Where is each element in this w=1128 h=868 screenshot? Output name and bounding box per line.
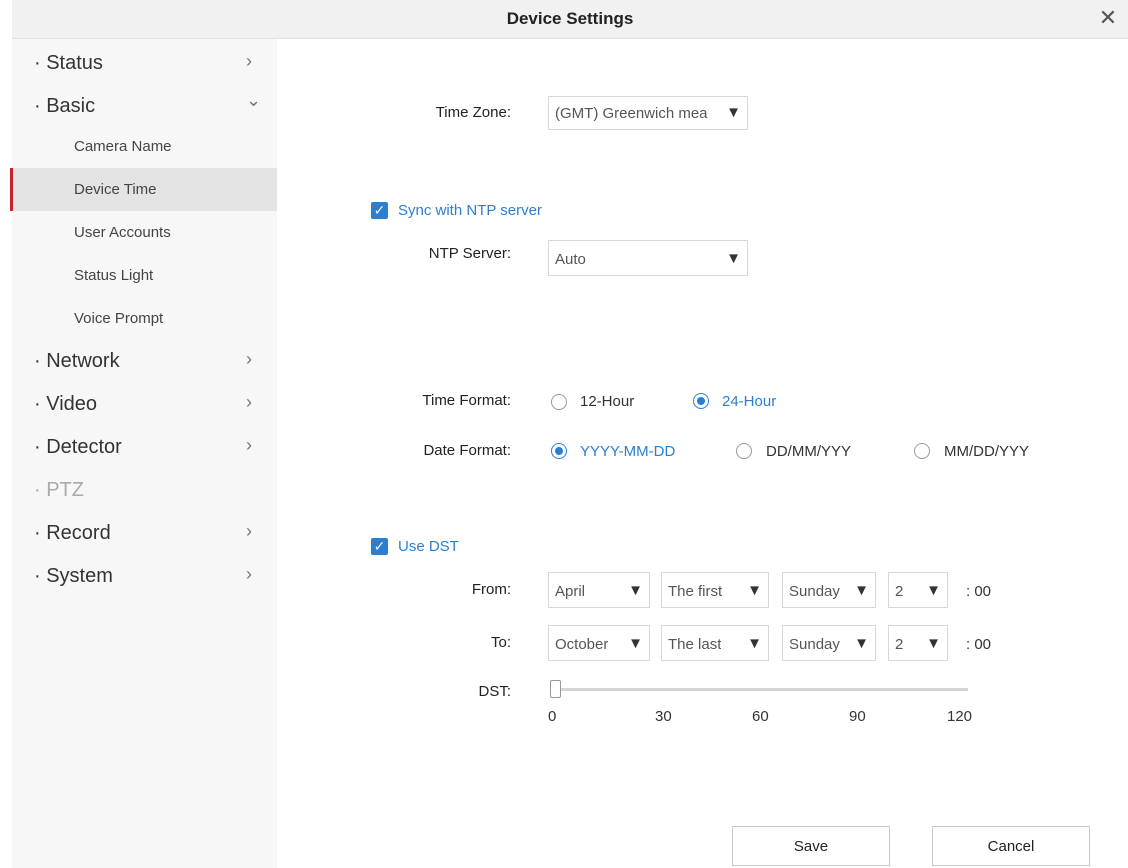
sidebar-subitem-camera-name[interactable]: Camera Name (12, 125, 277, 168)
dst-to-month-select[interactable]: October ▼ (548, 625, 650, 661)
dropdown-arrow-icon: ▼ (926, 635, 941, 652)
sidebar-item-record[interactable]: · Record › (12, 515, 277, 551)
date-format-mdy-label: MM/DD/YYY (944, 443, 1030, 460)
dst-to-week-select[interactable]: The last ▼ (661, 625, 769, 661)
time-zone-select[interactable]: (GMT) Greenwich mea ▼ (548, 96, 748, 130)
cancel-button[interactable]: Cancel (932, 826, 1090, 866)
time-format-12h-label: 12-Hour (580, 393, 635, 410)
dropdown-arrow-icon: ▼ (628, 635, 643, 652)
sidebar-item-label: · Record (34, 522, 111, 544)
sidebar-subitem-label: Camera Name (74, 138, 172, 155)
dst-from-label: From: (471, 581, 511, 598)
sidebar-subitem-label: Device Time (74, 181, 157, 198)
select-value: (GMT) Greenwich mea (555, 105, 708, 122)
dst-to-label: To: (490, 634, 511, 651)
sidebar-item-label: · System (34, 565, 113, 587)
sidebar-item-label: · Basic (34, 95, 96, 117)
select-value: Auto (555, 251, 586, 268)
dst-tick-label: 60 (752, 708, 769, 725)
dst-to-minutes: : 00 (966, 636, 992, 653)
select-value: Sunday (789, 636, 840, 653)
sync-ntp-label: Sync with NTP server (398, 202, 542, 219)
dropdown-arrow-icon: ▼ (726, 104, 741, 121)
sidebar: · Status › · Basic ⌄ Camera Name Device … (10, 39, 277, 868)
date-format-ymd-label: YYYY-MM-DD (580, 443, 676, 460)
dst-to-day-select[interactable]: Sunday ▼ (782, 625, 876, 661)
dropdown-arrow-icon: ▼ (854, 635, 869, 652)
dropdown-arrow-icon: ▼ (747, 635, 762, 652)
select-value: The last (668, 636, 722, 653)
sidebar-subitem-voice-prompt[interactable]: Voice Prompt (12, 297, 277, 340)
sidebar-item-basic[interactable]: · Basic ⌄ (12, 88, 277, 124)
sidebar-item-network[interactable]: · Network › (12, 343, 277, 379)
sidebar-item-detector[interactable]: · Detector › (12, 429, 277, 465)
select-value: The first (668, 583, 723, 600)
ntp-server-label: NTP Server: (428, 245, 511, 262)
select-value: 2 (895, 583, 904, 600)
sidebar-item-label: · Video (34, 393, 98, 415)
dst-from-month-select[interactable]: April ▼ (548, 572, 650, 608)
dst-slider-handle[interactable] (550, 680, 561, 698)
chevron-right-icon: › (246, 51, 252, 71)
sidebar-subitem-user-accounts[interactable]: User Accounts (12, 211, 277, 254)
sidebar-item-system[interactable]: · System › (12, 558, 277, 594)
sidebar-item-label: · PTZ (34, 479, 84, 501)
sidebar-item-label: · Status (34, 52, 103, 74)
use-dst-checkbox[interactable]: ✓ (371, 538, 388, 555)
chevron-right-icon: › (246, 349, 252, 369)
dropdown-arrow-icon: ▼ (747, 582, 762, 599)
save-button[interactable]: Save (732, 826, 890, 866)
sidebar-subitem-device-time[interactable]: Device Time (10, 168, 277, 211)
time-zone-label: Time Zone: (435, 104, 511, 121)
dropdown-arrow-icon: ▼ (726, 250, 741, 267)
chevron-right-icon: › (246, 521, 252, 541)
time-format-label: Time Format: (422, 392, 511, 409)
dst-tick-label: 30 (655, 708, 672, 725)
select-value: Sunday (789, 583, 840, 600)
ntp-server-select[interactable]: Auto ▼ (548, 240, 748, 276)
select-value: April (555, 583, 586, 600)
dropdown-arrow-icon: ▼ (926, 582, 941, 599)
dropdown-arrow-icon: ▼ (628, 582, 643, 599)
window-title: Device Settings (506, 9, 634, 28)
chevron-down-icon: ⌄ (246, 90, 262, 110)
dst-offset-label: DST: (478, 683, 511, 700)
dst-from-day-select[interactable]: Sunday ▼ (782, 572, 876, 608)
time-format-24h-label: 24-Hour (722, 393, 777, 410)
close-icon[interactable]: ✕ (1096, 6, 1120, 30)
chevron-right-icon: › (246, 564, 252, 584)
dst-to-hour-select[interactable]: 2 ▼ (888, 625, 948, 661)
sidebar-subitem-label: Voice Prompt (74, 310, 164, 327)
title-bar: Device Settings ✕ (12, 0, 1128, 39)
sidebar-subitem-label: Status Light (74, 267, 154, 284)
select-value: 2 (895, 636, 904, 653)
sidebar-item-ptz: · PTZ (12, 472, 277, 508)
date-format-dmy-label: DD/MM/YYY (766, 443, 852, 460)
sidebar-item-label: · Network (34, 350, 120, 372)
sidebar-subitem-status-light[interactable]: Status Light (12, 254, 277, 297)
chevron-right-icon: › (246, 392, 252, 412)
date-format-ymd-radio[interactable] (551, 443, 567, 459)
dst-tick-label: 120 (947, 708, 973, 725)
sidebar-item-status[interactable]: · Status › (12, 45, 277, 81)
dst-tick-label: 0 (548, 708, 557, 725)
dropdown-arrow-icon: ▼ (854, 582, 869, 599)
dst-slider-track[interactable] (556, 688, 968, 691)
sidebar-subitem-label: User Accounts (74, 224, 171, 241)
dst-from-hour-select[interactable]: 2 ▼ (888, 572, 948, 608)
dst-tick-label: 90 (849, 708, 866, 725)
chevron-right-icon: › (246, 435, 252, 455)
date-format-mdy-radio[interactable] (914, 443, 930, 459)
date-format-label: Date Format: (423, 442, 511, 459)
sync-ntp-checkbox[interactable]: ✓ (371, 202, 388, 219)
time-format-12h-radio[interactable] (551, 394, 567, 410)
sidebar-item-label: · Detector (34, 436, 122, 458)
sidebar-item-video[interactable]: · Video › (12, 386, 277, 422)
date-format-dmy-radio[interactable] (736, 443, 752, 459)
time-format-24h-radio[interactable] (693, 393, 709, 409)
dst-from-minutes: : 00 (966, 583, 992, 600)
use-dst-label: Use DST (398, 538, 459, 555)
dst-from-week-select[interactable]: The first ▼ (661, 572, 769, 608)
select-value: October (555, 636, 609, 653)
